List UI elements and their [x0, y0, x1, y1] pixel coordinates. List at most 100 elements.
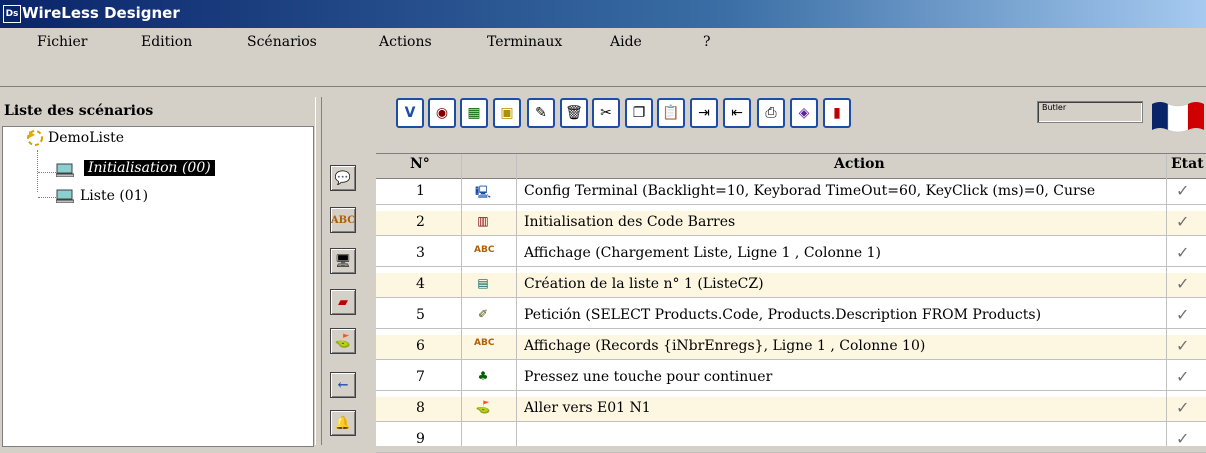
- toolbar-button-11[interactable]: ⇤: [723, 98, 751, 128]
- tree-branch: [38, 197, 56, 199]
- row-number: 8: [416, 400, 425, 416]
- terminal-icon: 🖥: [334, 253, 352, 269]
- abc-button[interactable]: ABC: [330, 207, 356, 233]
- row-action: Petición (SELECT Products.Code, Products…: [524, 307, 1042, 323]
- table-row[interactable]: 5 ✐ Petición (SELECT Products.Code, Produc…: [376, 304, 1206, 329]
- abc-icon: ABC: [474, 338, 495, 348]
- toolbar-button-7[interactable]: ✂: [592, 98, 620, 128]
- app-logo-icon: Ds: [3, 5, 21, 23]
- bell-icon: 🔔: [334, 415, 352, 431]
- column-num[interactable]: N°: [410, 156, 430, 172]
- table-row[interactable]: 2 ▥ Initialisation des Code Barres ✓: [376, 211, 1206, 236]
- row-number: 7: [416, 369, 425, 385]
- row-action: Création de la liste n° 1 (ListeCZ): [524, 276, 764, 292]
- toolbar-button-12[interactable]: ⎙: [757, 98, 785, 128]
- row-number: 6: [416, 338, 425, 354]
- barcode-icon: ▥: [477, 214, 489, 228]
- check-icon: ✓: [1176, 274, 1190, 293]
- terminal-icon: 🖳: [474, 185, 491, 199]
- color-icon: ▮: [833, 105, 841, 121]
- table-row[interactable]: 6 ABC Affichage (Records {iNbrEnregs}, Lig…: [376, 335, 1206, 360]
- eraser-button[interactable]: ▰: [330, 289, 356, 315]
- menu-terminaux[interactable]: Terminaux: [487, 34, 562, 50]
- validate-button[interactable]: V: [396, 98, 424, 128]
- v-icon: V: [404, 105, 416, 121]
- comment-icon: 💬: [334, 170, 352, 186]
- toolbar-button-9[interactable]: 📋: [657, 98, 685, 128]
- table-row[interactable]: 7 ♣ Pressez une touche pour continuer ✓: [376, 366, 1206, 391]
- list-icon: ▤: [477, 276, 489, 290]
- scenario-panel-header: Liste des scénarios: [4, 103, 154, 119]
- tree-root-label[interactable]: DemoListe: [48, 130, 124, 146]
- row-number: 3: [416, 245, 425, 261]
- signpost-icon: ⛳: [475, 400, 491, 414]
- row-action: Config Terminal (Backlight=10, Keyborad …: [524, 183, 1096, 199]
- column-separator: [461, 154, 462, 446]
- check-icon: ✓: [1176, 243, 1190, 262]
- menu-help[interactable]: ?: [703, 34, 711, 50]
- row-action: Initialisation des Code Barres: [524, 214, 736, 230]
- request-icon: ✐: [477, 307, 489, 321]
- tree-line: [37, 150, 39, 192]
- toolbar-button-5[interactable]: ✎: [527, 98, 555, 128]
- toolbar-button-4[interactable]: ▣: [493, 98, 521, 128]
- table-row[interactable]: 8 ⛳ Aller vers E01 N1 ✓: [376, 397, 1206, 422]
- folder-icon: ▣: [500, 105, 514, 121]
- eraser-icon: ▰: [338, 294, 348, 310]
- panel-splitter[interactable]: [315, 97, 322, 445]
- column-state[interactable]: Etat: [1171, 156, 1204, 172]
- toolbar-button-13[interactable]: ◈: [790, 98, 818, 128]
- toolbar-button-2[interactable]: ◉: [428, 98, 456, 128]
- menu-scenarios[interactable]: Scénarios: [247, 34, 317, 50]
- bell-button[interactable]: 🔔: [330, 410, 356, 436]
- check-icon: ✓: [1176, 212, 1190, 231]
- menu-aide[interactable]: Aide: [610, 34, 642, 50]
- tree-item-liste[interactable]: Liste (01): [80, 188, 148, 204]
- toolbar-button-3[interactable]: ▦: [460, 98, 488, 128]
- row-number: 1: [416, 183, 425, 199]
- row-number: 5: [416, 307, 425, 323]
- scissors-icon: ✂: [600, 105, 612, 121]
- table-row[interactable]: 1 🖳 Config Terminal (Backlight=10, Keybora…: [376, 180, 1206, 205]
- paste-icon: 📋: [662, 105, 680, 121]
- arrow-left-icon: ←: [337, 377, 349, 393]
- signpost-icon: ⛳: [334, 333, 352, 349]
- toolbar-button-8[interactable]: ❐: [625, 98, 653, 128]
- row-action: Affichage (Records {iNbrEnregs}, Ligne 1…: [524, 338, 926, 354]
- french-flag-icon[interactable]: [1150, 98, 1206, 134]
- row-action: Pressez une touche pour continuer: [524, 369, 773, 385]
- toolbar-button-14[interactable]: ▮: [823, 98, 851, 128]
- table-row[interactable]: 4 ▤ Création de la liste n° 1 (ListeCZ) ✓: [376, 273, 1206, 298]
- table-row[interactable]: 3 ABC Affichage (Chargement Liste, Ligne 1…: [376, 242, 1206, 267]
- print-icon: ⎙: [765, 105, 777, 121]
- scenario-root-icon: [27, 130, 43, 146]
- table-row[interactable]: 9 ✓: [376, 428, 1206, 453]
- check-icon: ✓: [1176, 398, 1190, 417]
- menu-fichier[interactable]: Fichier: [37, 34, 88, 50]
- abc-icon: ABC: [330, 214, 356, 226]
- palm-icon: ♣: [477, 369, 489, 383]
- butler-label: Butler: [1042, 103, 1067, 112]
- tree-branch: [38, 172, 56, 174]
- menu-actions[interactable]: Actions: [379, 34, 432, 50]
- tree-item-initialisation[interactable]: Initialisation (00): [84, 160, 215, 176]
- signpost-button[interactable]: ⛳: [330, 328, 356, 354]
- check-icon: ✓: [1176, 367, 1190, 386]
- row-number: 2: [416, 214, 425, 230]
- check-icon: ✓: [1176, 429, 1190, 448]
- trash-icon: 🗑: [565, 105, 583, 121]
- row-action: Affichage (Chargement Liste, Ligne 1 , C…: [524, 245, 882, 261]
- toolbar-button-10[interactable]: ⇥: [690, 98, 718, 128]
- butler-field[interactable]: Butler: [1037, 101, 1143, 123]
- back-button[interactable]: ←: [330, 372, 356, 398]
- column-separator: [516, 154, 517, 446]
- comment-button[interactable]: 💬: [330, 165, 356, 191]
- toolbar-button-6[interactable]: 🗑: [560, 98, 588, 128]
- terminal-button[interactable]: 🖥: [330, 248, 356, 274]
- check-icon: ✓: [1176, 305, 1190, 324]
- abc-icon: ABC: [474, 245, 495, 255]
- column-action[interactable]: Action: [834, 156, 885, 172]
- menu-edition[interactable]: Edition: [141, 34, 192, 50]
- chart-icon: ▦: [467, 105, 481, 121]
- column-separator: [1166, 154, 1167, 446]
